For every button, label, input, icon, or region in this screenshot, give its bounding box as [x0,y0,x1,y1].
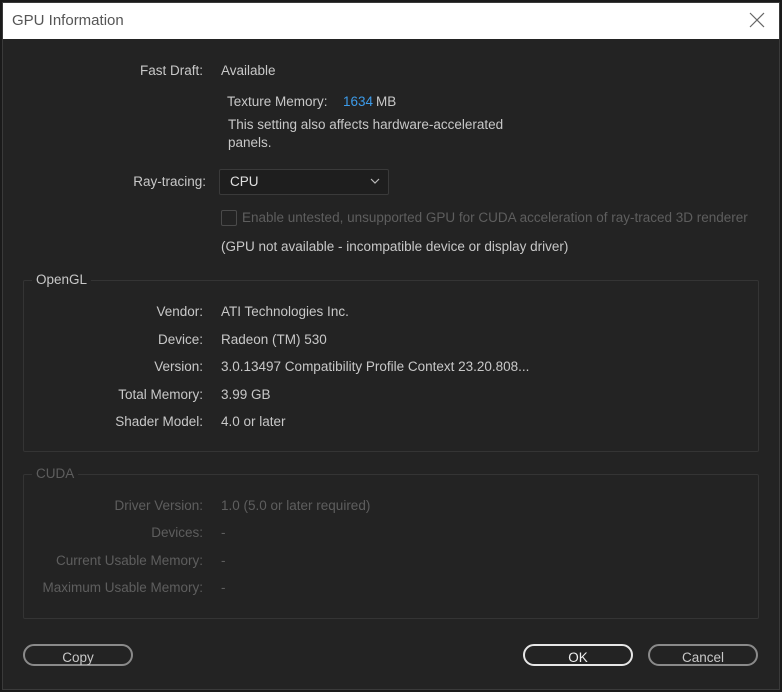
cuda-current-memory-value: - [221,553,226,568]
opengl-memory-label: Total Memory: [118,387,203,402]
cancel-button[interactable]: Cancel [648,644,758,666]
cuda-group-title: CUDA [32,466,79,481]
opengl-shader-value: 4.0 or later [221,414,286,429]
cuda-devices-label: Devices: [151,525,203,540]
window-title: GPU Information [12,12,124,29]
texture-memory-note: This setting also affects hardware-accel… [228,117,504,132]
opengl-device-label: Device: [157,332,203,347]
opengl-group-title: OpenGL [32,272,92,287]
ray-tracing-label: Ray-tracing: [133,174,206,189]
texture-memory-unit: MB [376,94,397,109]
opengl-memory-value: 3.99 GB [221,387,271,402]
gpu-status-text: (GPU not available - incompatible device… [221,239,569,254]
ray-tracing-selected: CPU [230,174,259,189]
cuda-enable-checkbox[interactable] [221,210,237,226]
cuda-driver-label: Driver Version: [114,498,203,513]
copy-button[interactable]: Copy [23,644,133,666]
texture-memory-note-2: panels. [228,135,272,150]
chevron-down-icon [370,178,380,184]
texture-memory-value[interactable]: 1634 [343,94,373,109]
cuda-driver-value: 1.0 (5.0 or later required) [221,498,371,513]
close-icon[interactable] [747,10,767,30]
fast-draft-value: Available [221,63,276,78]
ray-tracing-dropdown[interactable]: CPU [219,169,389,195]
opengl-vendor-label: Vendor: [156,304,203,319]
cuda-devices-value: - [221,525,226,540]
cuda-enable-label: Enable untested, unsupported GPU for CUD… [242,210,748,225]
cuda-current-memory-label: Current Usable Memory: [55,553,203,568]
opengl-version-value: 3.0.13497 Compatibility Profile Context … [221,359,530,374]
fast-draft-label: Fast Draft: [139,63,203,78]
cuda-max-memory-value: - [221,580,226,595]
title-bar: GPU Information [3,3,779,39]
ok-button[interactable]: OK [523,644,633,666]
opengl-vendor-value: ATI Technologies Inc. [221,304,349,319]
opengl-version-label: Version: [154,359,203,374]
cuda-max-memory-label: Maximum Usable Memory: [42,580,203,595]
opengl-shader-label: Shader Model: [115,414,203,429]
gpu-information-dialog: GPU Information Fast Draft: Available Te… [2,2,780,690]
cuda-group: CUDA [23,466,759,619]
opengl-device-value: Radeon (TM) 530 [221,332,327,347]
texture-memory-label: Texture Memory: [227,94,328,109]
